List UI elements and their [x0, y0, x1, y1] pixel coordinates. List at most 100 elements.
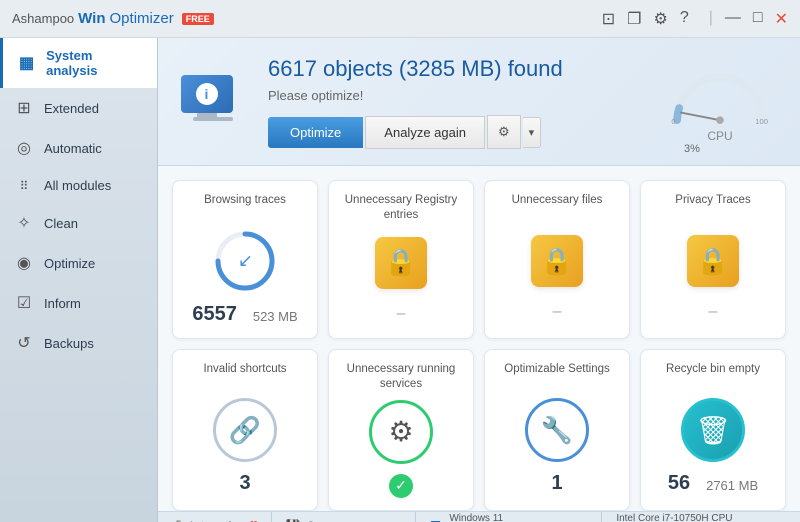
settings-count: 1	[551, 472, 562, 495]
scan-result-panel: i 6617 objects (3285 MB) found Please op…	[158, 38, 800, 166]
services-circle: ⚙	[369, 400, 433, 464]
scan-buttons: Optimize Analyze again ⚙ ▾	[268, 115, 640, 149]
sidebar-item-backups[interactable]: ↺ Backups	[0, 323, 157, 363]
lock-icon-files: 🔒	[541, 246, 573, 277]
dropdown-button[interactable]: ▾	[523, 117, 542, 148]
cpu-label: CPU	[707, 129, 732, 143]
browsing-count: 6557	[192, 303, 237, 326]
card-footer-settings: 1	[551, 472, 562, 495]
card-title-registry: Unnecessary Registry entries	[339, 193, 463, 223]
recycle-size: 2761 MB	[706, 478, 758, 495]
sidebar-item-system-analysis[interactable]: ▦ System analysis	[0, 38, 157, 88]
extended-icon: ⊞	[14, 98, 34, 118]
status-automatic: ↺ Automatic off	[170, 512, 272, 522]
link-circle: 🔗	[213, 398, 277, 462]
backups-icon: ↺	[14, 333, 34, 353]
scan-title: 6617 objects (3285 MB) found	[268, 56, 640, 82]
card-running-services: Unnecessary running services ⚙ ✓	[328, 349, 474, 511]
card-footer-shortcuts: 3	[239, 472, 250, 495]
sidebar-item-automatic[interactable]: ◎ Automatic	[0, 128, 157, 168]
card-footer-privacy: –	[709, 303, 718, 321]
settings-icon[interactable]: ⚙	[654, 9, 668, 29]
windows-logo-icon: ⊞	[430, 517, 442, 522]
restore-icon[interactable]: ❐	[627, 9, 641, 29]
os-label: Windows 11	[449, 512, 503, 522]
analyze-button[interactable]: Analyze again	[365, 116, 485, 149]
card-title-services: Unnecessary running services	[339, 362, 463, 392]
minimize-button[interactable]: —	[725, 9, 741, 29]
close-button[interactable]: ✕	[775, 9, 788, 29]
system-analysis-icon: ▦	[17, 53, 36, 73]
all-modules-icon: ⠿	[14, 179, 34, 193]
browsing-size: 523 MB	[253, 309, 298, 326]
card-visual-files: 🔒	[525, 229, 589, 293]
card-footer-files: –	[553, 303, 562, 321]
settings-button[interactable]: ⚙	[487, 115, 521, 149]
logo-optimizer: Optimizer	[110, 10, 174, 27]
sidebar-label-backups: Backups	[44, 336, 94, 351]
card-footer-registry: –	[397, 305, 406, 323]
content-area: i 6617 objects (3285 MB) found Please op…	[158, 38, 800, 522]
card-footer-recycle: 56 2761 MB	[668, 472, 758, 495]
shortcuts-count: 3	[239, 472, 250, 495]
scan-info: 6617 objects (3285 MB) found Please opti…	[268, 56, 640, 149]
status-hardware: Intel Core i7-10750H CPU NVIDIA GeForce …	[602, 512, 788, 522]
window-controls: ⊡ ❐ ⚙ ? | — □ ✕	[602, 9, 788, 29]
clean-icon: ✧	[14, 213, 34, 233]
card-footer-browsing: 6557 523 MB	[192, 303, 297, 326]
os-info: Windows 11 16 GB RAM	[449, 512, 503, 522]
sidebar-label-optimize: Optimize	[44, 256, 95, 271]
logo-win: Win	[78, 10, 105, 27]
recycle-bin-icon: 🗑	[695, 414, 731, 447]
main-layout: ▦ System analysis ⊞ Extended ◎ Automatic…	[0, 38, 800, 522]
app-header: Ashampoo Win Optimizer FREE ⊡ ❐ ⚙ ? | — …	[0, 0, 800, 38]
computer-icon-wrap: i	[178, 73, 248, 133]
lock-icon-privacy: 🔒	[697, 246, 729, 277]
privacy-dash: –	[709, 303, 718, 321]
sidebar-item-extended[interactable]: ⊞ Extended	[0, 88, 157, 128]
automatic-icon: ◎	[14, 138, 34, 158]
svg-text:↖: ↖	[235, 253, 255, 268]
card-title-privacy: Privacy Traces	[675, 193, 750, 221]
computer-icon: i	[181, 75, 246, 130]
sidebar-label-automatic: Automatic	[44, 141, 102, 156]
sidebar-item-inform[interactable]: ☑ Inform	[0, 283, 157, 323]
info-circle: i	[196, 83, 218, 105]
logo-ashampoo: Ashampoo	[12, 11, 74, 26]
status-os: ⊞ Windows 11 16 GB RAM	[416, 512, 603, 522]
card-title-shortcuts: Invalid shortcuts	[203, 362, 286, 390]
card-privacy-traces: Privacy Traces 🔒 –	[640, 180, 786, 339]
settings-circle: 🔧	[525, 398, 589, 462]
card-registry-entries: Unnecessary Registry entries 🔒 –	[328, 180, 474, 339]
help-icon[interactable]: ?	[680, 9, 689, 29]
svg-text:0: 0	[671, 117, 675, 125]
status-bar: ↺ Automatic off 💾 C ⊞ Windows 11 16 GB R…	[158, 511, 800, 522]
monitor-icon[interactable]: ⊡	[602, 9, 615, 29]
sidebar-label-clean: Clean	[44, 216, 78, 231]
lock-icon-wrap-files: 🔒	[531, 235, 583, 287]
card-visual-shortcuts: 🔗	[213, 398, 277, 462]
card-title-browsing: Browsing traces	[204, 193, 286, 221]
lock-icon-wrap-registry: 🔒	[375, 237, 427, 289]
card-visual-browsing: ↖	[213, 229, 277, 293]
sidebar-item-optimize[interactable]: ◉ Optimize	[0, 243, 157, 283]
card-unnecessary-files: Unnecessary files 🔒 –	[484, 180, 630, 339]
sidebar-item-clean[interactable]: ✧ Clean	[0, 203, 157, 243]
optimize-button[interactable]: Optimize	[268, 117, 363, 148]
card-invalid-shortcuts: Invalid shortcuts 🔗 3	[172, 349, 318, 511]
card-title-settings: Optimizable Settings	[504, 362, 609, 390]
card-visual-privacy: 🔒	[681, 229, 745, 293]
check-badge: ✓	[389, 474, 413, 498]
card-recycle-bin: Recycle bin empty 🗑 56 2761 MB	[640, 349, 786, 511]
sidebar: ▦ System analysis ⊞ Extended ◎ Automatic…	[0, 38, 158, 522]
sidebar-item-all-modules[interactable]: ⠿ All modules	[0, 168, 157, 203]
services-gear-icon: ⚙	[388, 415, 413, 448]
maximize-button[interactable]: □	[753, 9, 763, 29]
app-logo: Ashampoo Win Optimizer FREE	[12, 10, 602, 27]
lock-icon-wrap-privacy: 🔒	[687, 235, 739, 287]
link-icon: 🔗	[229, 415, 261, 446]
progress-svg: ↖	[213, 229, 277, 293]
status-progress: 💾 C	[272, 512, 416, 522]
automatic-refresh-icon: ↺	[170, 517, 182, 522]
computer-screen: i	[181, 75, 233, 113]
